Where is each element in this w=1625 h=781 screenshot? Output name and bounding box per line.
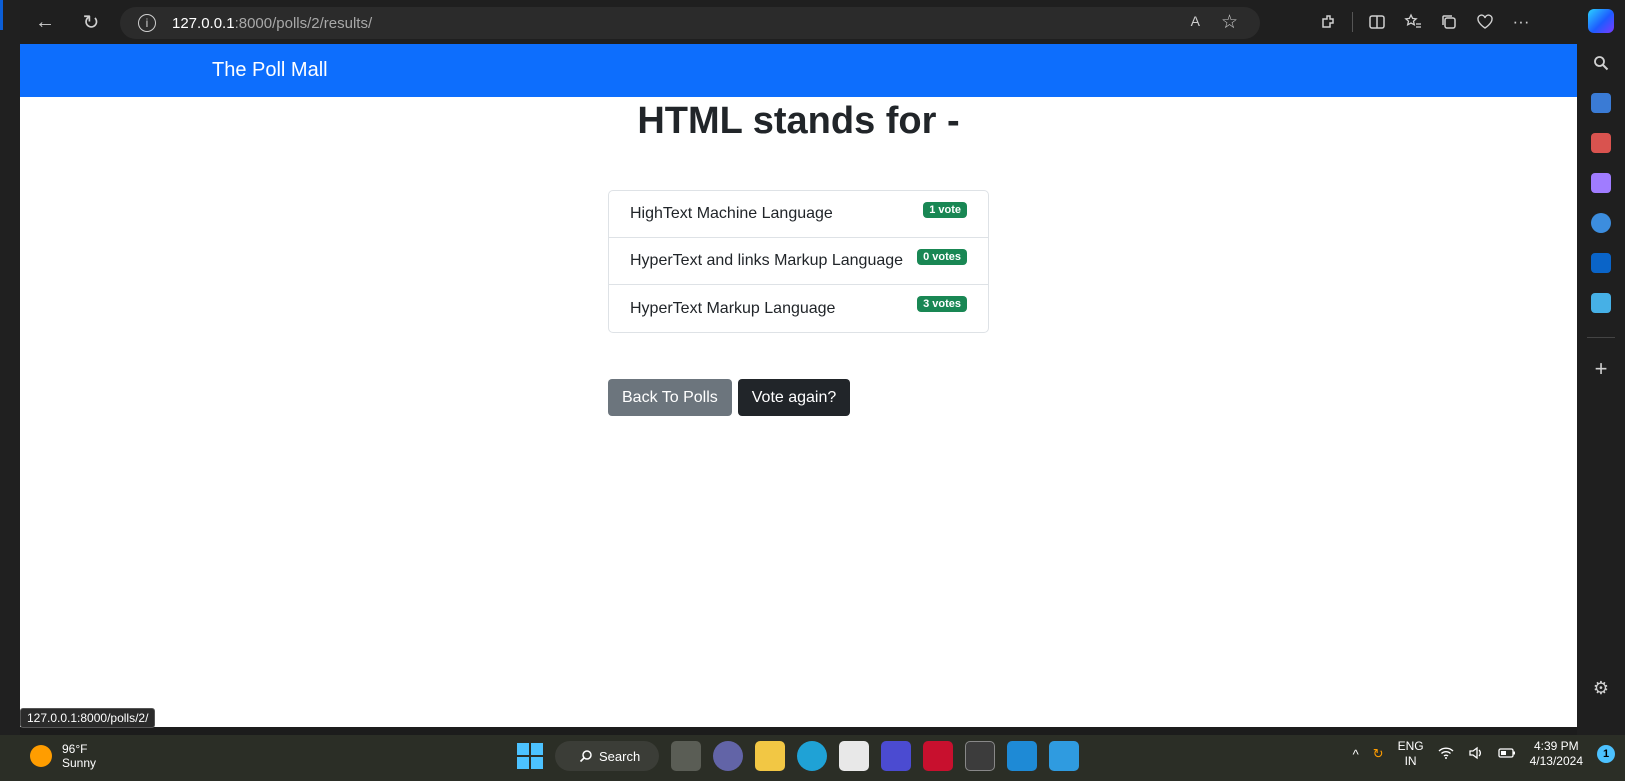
start-windows-icon[interactable] [517,743,543,769]
language-code: ENG [1397,739,1424,753]
chevron-up-icon[interactable]: ^ [1353,747,1359,762]
site-brand-link[interactable]: The Poll Mall [212,59,328,82]
result-row: HyperText and links Markup Language 0 vo… [609,238,988,285]
weather-widget[interactable]: 96°F Sunny [30,742,96,770]
microsoft-store-icon[interactable] [839,741,869,771]
reload-icon[interactable]: ↻ [74,5,108,39]
system-tray: ^ ↻ ENG IN 4:39 PM 4/13/2024 1 [1353,739,1615,769]
vote-count-badge: 1 vote [923,202,967,218]
notification-badge[interactable]: 1 [1597,745,1615,763]
result-row: HighText Machine Language 1 vote [609,191,988,238]
link-status-bar: 127.0.0.1:8000/polls/2/ [20,708,156,728]
add-icon[interactable]: + [1595,356,1608,382]
vscode-icon[interactable] [1007,741,1037,771]
left-edge [0,0,20,735]
input-language[interactable]: ENG IN [1398,739,1424,769]
edge-browser-icon[interactable] [797,741,827,771]
sync-icon[interactable]: ↻ [1373,746,1384,762]
favorites-icon[interactable] [1395,13,1431,31]
shopping-tag-icon[interactable] [1591,93,1611,113]
sunny-weather-icon [30,745,52,767]
drop-icon[interactable] [1591,293,1611,313]
search-icon [579,750,592,763]
sidebar-settings-icon[interactable]: ⚙ [1593,678,1609,699]
read-aloud-icon[interactable]: A [1191,13,1200,29]
clock[interactable]: 4:39 PM 4/13/2024 [1530,739,1583,769]
sidebar-divider [1587,337,1615,338]
search-icon[interactable] [1591,53,1611,73]
tools-briefcase-icon[interactable] [1591,133,1611,153]
taskbar-search[interactable]: Search [555,741,659,771]
games-icon[interactable] [1591,173,1611,193]
vote-count-badge: 3 votes [917,296,967,312]
address-bar[interactable]: i 127.0.0.1:8000/polls/2/results/ A ☆ [120,7,1260,39]
mcafee-icon[interactable] [923,741,953,771]
screen: ← ↻ i 127.0.0.1:8000/polls/2/results/ A … [0,0,1625,781]
results-list: HighText Machine Language 1 vote HyperTe… [608,190,989,333]
choice-label: HyperText Markup Language [630,299,836,317]
power-automate-icon[interactable] [881,741,911,771]
time: 4:39 PM [1533,739,1579,753]
poll-question-title: HTML stands for - [637,100,960,142]
task-view-icon[interactable] [671,741,701,771]
collections-icon[interactable] [1431,13,1467,31]
weather-condition: Sunny [62,756,97,770]
choice-label: HyperText and links Markup Language [630,252,904,269]
search-label: Search [599,748,641,764]
file-explorer-icon[interactable] [755,741,785,771]
wifi-icon[interactable] [1438,746,1454,763]
copilot-icon[interactable] [1588,9,1614,33]
windows-taskbar: 96°F Sunny Search ^ ↻ ENG IN 4:39 PM 4/1… [0,735,1625,781]
page-viewport: The Poll Mall HTML stands for - HighText… [20,44,1577,727]
left-accent [0,0,3,30]
vote-again-button[interactable]: Vote again? [737,379,851,416]
date: 4/13/2024 [1529,754,1583,768]
more-menu-icon[interactable]: ··· [1503,12,1539,32]
choice-label: HighText Machine Language [630,205,833,222]
volume-icon[interactable] [1468,746,1484,763]
toolbar-divider [1352,12,1353,32]
split-screen-icon[interactable] [1359,13,1395,31]
extensions-icon[interactable] [1310,13,1346,31]
url-host: 127.0.0.1 [172,14,235,32]
edge-sidebar: + ⚙ [1577,0,1625,735]
microsoft-365-icon[interactable] [1591,213,1611,233]
taskbar-apps: Search [517,741,1079,771]
vote-count-badge: 0 votes [917,249,967,265]
site-navbar: The Poll Mall [20,44,1577,97]
favorite-star-icon[interactable]: ☆ [1221,11,1238,34]
battery-icon[interactable] [1497,747,1516,762]
browser-tools: ··· [1310,0,1539,44]
health-heart-icon[interactable] [1467,13,1503,31]
outlook-icon[interactable] [1591,253,1611,273]
back-arrow-icon[interactable]: ← [28,5,62,39]
url-path: :8000/polls/2/results/ [234,14,373,32]
region-code: IN [1404,754,1417,768]
browser-toolbar: ← ↻ i 127.0.0.1:8000/polls/2/results/ A … [20,0,1584,44]
site-info-icon[interactable]: i [138,14,156,32]
photos-icon[interactable] [1049,741,1079,771]
teams-chat-icon[interactable] [713,741,743,771]
result-actions: Back To Polls Vote again? [608,379,851,416]
temperature: 96°F [62,742,88,756]
result-row: HyperText Markup Language 3 votes [609,285,988,332]
terminal-icon[interactable] [965,741,995,771]
back-to-polls-button[interactable]: Back To Polls [608,379,732,416]
